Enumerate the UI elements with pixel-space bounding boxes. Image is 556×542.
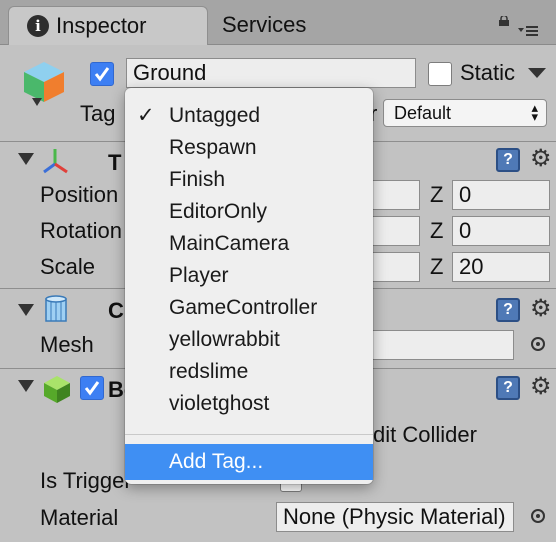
menu-item-add-tag[interactable]: Add Tag... xyxy=(125,444,373,480)
checkmark-icon xyxy=(94,67,110,82)
menu-item-respawn[interactable]: Respawn xyxy=(125,132,373,164)
layer-value: Default xyxy=(394,103,452,123)
scale-z-label: Z xyxy=(430,254,444,279)
menu-item-finish[interactable]: Finish xyxy=(125,164,373,196)
rotation-y-field[interactable] xyxy=(372,216,420,246)
help-icon[interactable]: ? xyxy=(496,148,520,172)
menu-item-label: Player xyxy=(169,264,229,287)
box-collider-foldout-icon[interactable] xyxy=(18,380,34,392)
menu-item-gamecontroller[interactable]: GameController xyxy=(125,292,373,324)
menu-item-label: MainCamera xyxy=(169,232,290,255)
menu-item-editoronly[interactable]: EditorOnly xyxy=(125,196,373,228)
menu-divider xyxy=(125,434,373,435)
help-icon[interactable]: ? xyxy=(496,376,520,400)
tag-label: Tag xyxy=(80,101,116,126)
menu-item-label: violetghost xyxy=(169,392,270,415)
gear-icon[interactable]: ⚙ xyxy=(530,297,552,321)
mesh-field[interactable] xyxy=(372,330,514,360)
cube-icon xyxy=(24,62,64,106)
menu-item-label: EditorOnly xyxy=(169,200,268,223)
tag-dropdown-menu: ✓ Untagged Respawn Finish EditorOnly Mai… xyxy=(125,88,373,484)
material-label: Material xyxy=(40,505,119,530)
position-z-label: Z xyxy=(430,182,444,207)
box-collider-enabled-checkbox[interactable] xyxy=(80,376,104,400)
menu-item-untagged[interactable]: ✓ Untagged xyxy=(125,100,373,132)
lock-icon[interactable] xyxy=(498,16,510,26)
mesh-filter-foldout-icon[interactable] xyxy=(18,304,34,316)
menu-item-label: yellowrabbit xyxy=(169,328,280,351)
menu-item-maincamera[interactable]: MainCamera xyxy=(125,228,373,260)
info-icon: i xyxy=(27,15,49,37)
tab-inspector-label: Inspector xyxy=(56,13,147,38)
rotation-z-label: Z xyxy=(430,218,444,243)
menu-item-label: redslime xyxy=(169,360,249,383)
active-checkbox[interactable] xyxy=(90,62,114,86)
static-checkbox[interactable] xyxy=(428,62,452,86)
material-field[interactable]: None (Physic Material) xyxy=(276,502,514,532)
checkmark-icon: ✓ xyxy=(137,104,155,127)
menu-item-violetghost[interactable]: violetghost xyxy=(125,388,373,420)
transform-foldout-icon[interactable] xyxy=(18,153,34,165)
menu-item-label: Finish xyxy=(169,168,226,191)
scale-z-field[interactable]: 20 xyxy=(452,252,550,282)
menu-item-label: Untagged xyxy=(169,104,261,127)
transform-axes-icon xyxy=(43,149,68,174)
scale-label: Scale xyxy=(40,254,96,279)
name-field[interactable]: Ground xyxy=(126,58,416,88)
static-dropdown-arrow-icon[interactable] xyxy=(528,68,546,78)
box-collider-icon xyxy=(44,376,70,403)
mesh-filter-title: C xyxy=(108,298,124,323)
menu-item-redslime[interactable]: redslime xyxy=(125,356,373,388)
tab-menu-icon[interactable] xyxy=(518,24,538,38)
mesh-label: Mesh xyxy=(40,332,94,357)
rotation-z-field[interactable]: 0 xyxy=(452,216,550,246)
mesh-icon xyxy=(45,295,67,322)
gear-icon[interactable]: ⚙ xyxy=(530,147,552,171)
static-label: Static xyxy=(460,60,516,85)
menu-item-player[interactable]: Player xyxy=(125,260,373,292)
position-y-field[interactable] xyxy=(372,180,420,210)
position-label: Position xyxy=(40,182,119,207)
target-icon[interactable] xyxy=(531,337,545,351)
tab-inspector[interactable]: i Inspector xyxy=(8,6,208,45)
position-z-field[interactable]: 0 xyxy=(452,180,550,210)
gear-icon[interactable]: ⚙ xyxy=(530,375,552,399)
menu-item-label: GameController xyxy=(169,296,318,319)
menu-item-yellowrabbit[interactable]: yellowrabbit xyxy=(125,324,373,356)
edit-collider-button[interactable]: dit Collider xyxy=(373,422,477,448)
layer-dropdown[interactable]: Default ▴ ▾ xyxy=(383,99,547,127)
scale-y-field[interactable] xyxy=(372,252,420,282)
checkmark-icon xyxy=(84,381,100,396)
menu-item-label: Add Tag... xyxy=(169,450,264,473)
menu-item-label: Respawn xyxy=(169,136,257,159)
target-icon[interactable] xyxy=(531,509,545,523)
rotation-label: Rotation xyxy=(40,218,122,243)
tab-services[interactable]: Services xyxy=(222,12,306,38)
is-trigger-label: Is Trigger xyxy=(40,468,132,493)
help-icon[interactable]: ? xyxy=(496,298,520,322)
transform-title: T xyxy=(108,150,122,175)
updown-arrows-icon: ▴ ▾ xyxy=(531,100,538,124)
